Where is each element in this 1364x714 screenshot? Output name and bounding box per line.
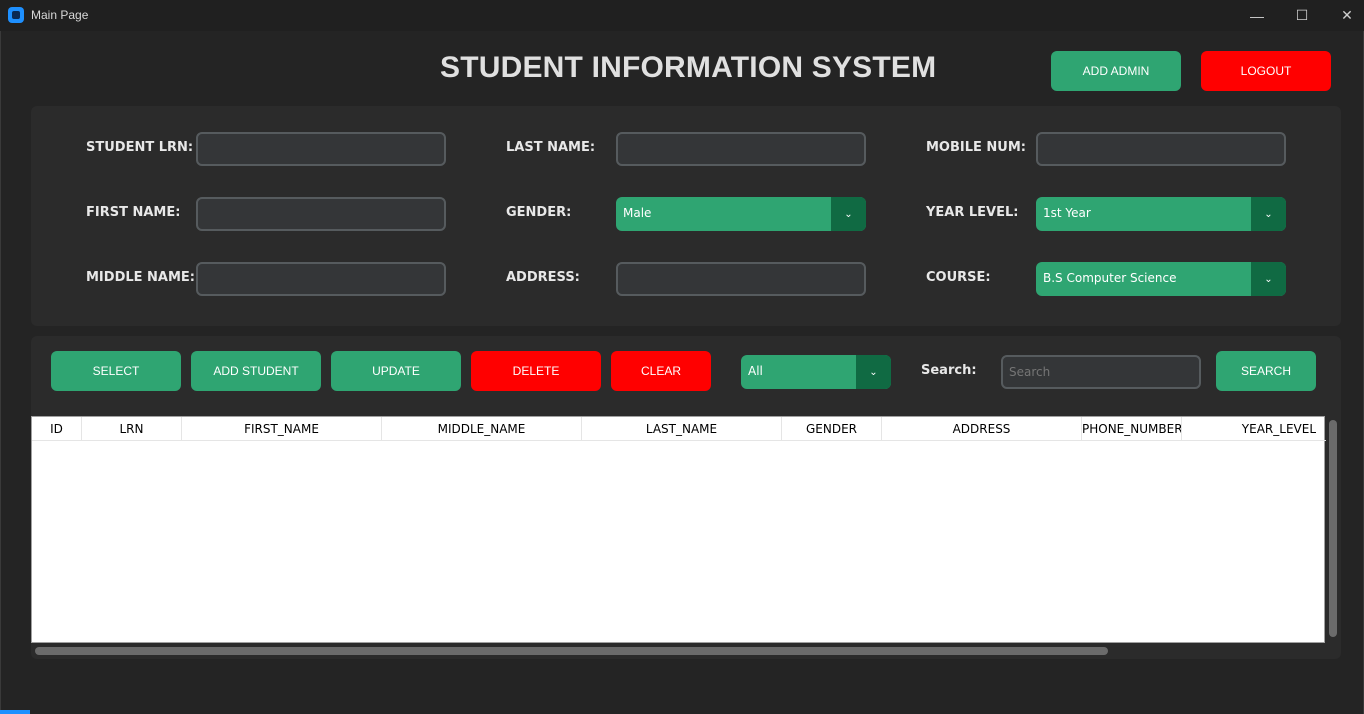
year-level-dropdown[interactable]: 1st Year ⌄ (1036, 197, 1286, 231)
delete-button[interactable]: DELETE (471, 351, 601, 391)
mobile-num-label: MOBILE NUM: (926, 140, 1026, 155)
clear-button[interactable]: CLEAR (611, 351, 711, 391)
window-title: Main Page (31, 8, 89, 22)
year-level-value: 1st Year (1043, 206, 1091, 220)
search-input[interactable] (1001, 355, 1201, 389)
column-header-phone-number[interactable]: PHONE_NUMBER (1082, 417, 1182, 441)
column-header-year-level[interactable]: YEAR_LEVEL (1182, 417, 1326, 441)
gender-dropdown[interactable]: Male ⌄ (616, 197, 866, 231)
course-dropdown[interactable]: B.S Computer Science ⌄ (1036, 262, 1286, 296)
page-title: STUDENT INFORMATION SYSTEM (440, 51, 937, 84)
middle-name-input[interactable] (196, 262, 446, 296)
column-header-lrn[interactable]: LRN (82, 417, 182, 441)
filter-dropdown[interactable]: All ⌄ (741, 355, 891, 389)
close-icon[interactable]: ✕ (1324, 0, 1364, 31)
minimize-icon[interactable]: — (1234, 0, 1280, 31)
student-lrn-input[interactable] (196, 132, 446, 166)
last-name-label: LAST NAME: (506, 140, 596, 155)
column-header-id[interactable]: ID (32, 417, 82, 441)
add-admin-button[interactable]: ADD ADMIN (1051, 51, 1181, 91)
year-level-label: YEAR LEVEL: (926, 205, 1019, 220)
course-label: COURSE: (926, 270, 991, 285)
chevron-down-icon[interactable]: ⌄ (856, 355, 891, 389)
app-icon (8, 7, 24, 23)
add-student-button[interactable]: ADD STUDENT (191, 351, 321, 391)
chevron-down-icon[interactable]: ⌄ (831, 197, 866, 231)
horizontal-scrollbar[interactable] (35, 647, 1108, 655)
address-input[interactable] (616, 262, 866, 296)
mobile-num-input[interactable] (1036, 132, 1286, 166)
update-button[interactable]: UPDATE (331, 351, 461, 391)
search-button[interactable]: SEARCH (1216, 351, 1316, 391)
window-titlebar: Main Page — ☐ ✕ (0, 0, 1364, 31)
vertical-scrollbar[interactable] (1329, 420, 1337, 637)
column-header-address[interactable]: ADDRESS (882, 417, 1082, 441)
filter-value: All (748, 364, 763, 378)
gender-value: Male (623, 206, 652, 220)
first-name-label: FIRST NAME: (86, 205, 181, 220)
chevron-down-icon[interactable]: ⌄ (1251, 197, 1286, 231)
gender-label: GENDER: (506, 205, 572, 220)
course-value: B.S Computer Science (1043, 271, 1177, 285)
last-name-input[interactable] (616, 132, 866, 166)
column-header-last-name[interactable]: LAST_NAME (582, 417, 782, 441)
first-name-input[interactable] (196, 197, 446, 231)
chevron-down-icon[interactable]: ⌄ (1251, 262, 1286, 296)
search-label: Search: (921, 363, 977, 378)
select-button[interactable]: SELECT (51, 351, 181, 391)
address-label: ADDRESS: (506, 270, 580, 285)
column-header-first-name[interactable]: FIRST_NAME (182, 417, 382, 441)
middle-name-label: MIDDLE NAME: (86, 270, 196, 285)
column-header-gender[interactable]: GENDER (782, 417, 882, 441)
table-header: ID LRN FIRST_NAME MIDDLE_NAME LAST_NAME … (32, 417, 1326, 441)
column-header-middle-name[interactable]: MIDDLE_NAME (382, 417, 582, 441)
window-accent (0, 710, 30, 714)
student-lrn-label: STUDENT LRN: (86, 140, 194, 155)
logout-button[interactable]: LOGOUT (1201, 51, 1331, 91)
students-table[interactable]: ID LRN FIRST_NAME MIDDLE_NAME LAST_NAME … (31, 416, 1326, 643)
maximize-icon[interactable]: ☐ (1279, 0, 1325, 31)
